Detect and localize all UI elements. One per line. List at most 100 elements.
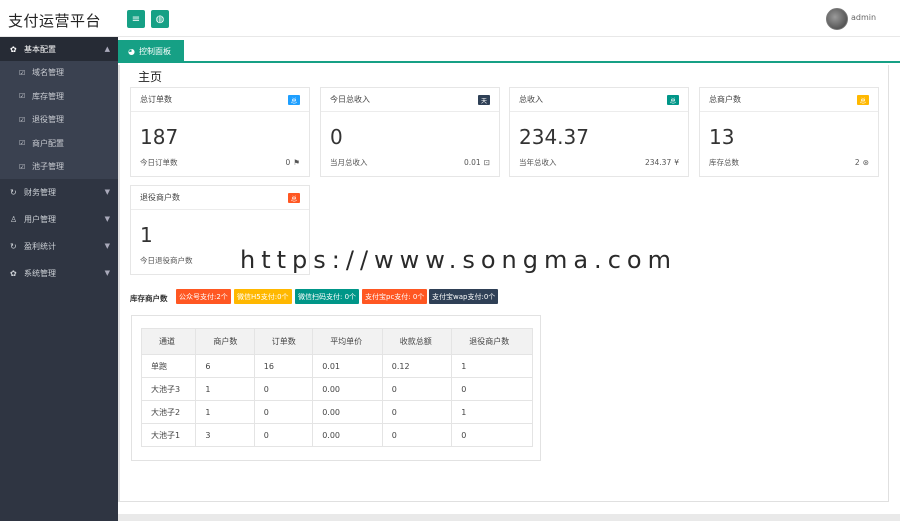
sidebar-group-label: 基本配置 bbox=[24, 44, 56, 54]
table-cell: 0 bbox=[451, 423, 533, 447]
table-header: 商户数 bbox=[195, 328, 255, 355]
sidebar-item-label: 库存管理 bbox=[32, 91, 64, 101]
card-header: 总收入 总 bbox=[510, 88, 688, 112]
menu-toggle-button[interactable]: ≡ bbox=[127, 10, 145, 28]
card-badge: 天 bbox=[478, 95, 490, 105]
sidebar-group-label: 财务管理 bbox=[24, 187, 56, 197]
sidebar-item-pool[interactable]: ☑ 池子管理 bbox=[0, 155, 118, 179]
avatar[interactable] bbox=[826, 8, 848, 30]
table-cell: 0.00 bbox=[312, 377, 383, 401]
table-cell: 大池子3 bbox=[140, 377, 197, 401]
card-value: 1 bbox=[140, 223, 153, 247]
card-foot-value: 2 bbox=[854, 158, 860, 167]
card-title: 退役商户数 bbox=[140, 193, 180, 202]
checkbox-icon: ☑ bbox=[19, 115, 26, 124]
card-badge: 总 bbox=[288, 95, 300, 105]
card-title: 总订单数 bbox=[140, 95, 172, 104]
refresh-icon: ↻ bbox=[10, 187, 17, 197]
channel-tag-official-account[interactable]: 公众号支付:2个 bbox=[176, 289, 231, 304]
app-title: 支付运营平台 bbox=[8, 12, 102, 30]
sidebar-group-system[interactable]: ✿ 系统管理 ▼ bbox=[0, 260, 118, 287]
sidebar-group-basic-config[interactable]: ✿ 基本配置 ▲ bbox=[0, 37, 118, 61]
table-row: 单跑 6 16 0.01 0.12 1 bbox=[140, 354, 533, 378]
card-footer: 今日订单数 0 ⚑ bbox=[140, 157, 300, 168]
channel-table-box: 通道 商户数 订单数 平均单价 收款总额 退役商户数 单跑 6 16 0.01 … bbox=[131, 315, 541, 461]
sidebar-item-retire[interactable]: ☑ 退役管理 bbox=[0, 108, 118, 132]
table-cell: 0.00 bbox=[312, 400, 383, 424]
channel-tag-alipay-wap[interactable]: 支付宝wap支付:0个 bbox=[429, 289, 499, 304]
card-title: 总收入 bbox=[519, 95, 543, 104]
table-cell: 1 bbox=[451, 400, 533, 424]
globe-button[interactable]: ◍ bbox=[151, 10, 169, 28]
table-cell: 16 bbox=[253, 354, 314, 378]
card-foot-label: 库存总数 bbox=[709, 158, 739, 167]
user-name[interactable]: admin bbox=[851, 13, 876, 22]
channel-tag-wechat-scan[interactable]: 微信扫码支付: 0个 bbox=[295, 289, 360, 304]
caret-up-icon: ▲ bbox=[104, 45, 110, 53]
channel-tag-alipay-pc[interactable]: 支付宝pc支付: 0个 bbox=[362, 289, 428, 304]
table-cell: 1 bbox=[195, 377, 255, 401]
sidebar-group-users[interactable]: ♙ 用户管理 ▼ bbox=[0, 206, 118, 233]
checkbox-icon: ☑ bbox=[19, 139, 26, 148]
card-foot-label: 今日退役商户数 bbox=[140, 256, 193, 265]
card-value: 13 bbox=[709, 125, 735, 149]
table-header: 收款总额 bbox=[381, 328, 453, 355]
sidebar-group-label: 盈利统计 bbox=[24, 241, 56, 251]
table-header: 通道 bbox=[140, 328, 197, 355]
table-row: 大池子1 3 0 0.00 0 0 bbox=[140, 423, 533, 447]
card-title: 总商户数 bbox=[709, 95, 741, 104]
sidebar-group-finance[interactable]: ↻ 财务管理 ▼ bbox=[0, 179, 118, 206]
sidebar-group-label: 系统管理 bbox=[24, 268, 56, 278]
table-cell: 0.00 bbox=[312, 423, 383, 447]
checkbox-icon: ☑ bbox=[19, 68, 26, 77]
checkbox-icon: ☑ bbox=[19, 92, 26, 101]
card-foot-label: 当月总收入 bbox=[330, 158, 368, 167]
card-value: 234.37 bbox=[519, 125, 589, 149]
table-cell: 3 bbox=[195, 423, 255, 447]
user-icon: ♙ bbox=[10, 214, 18, 224]
sidebar-item-domain[interactable]: ☑ 域名管理 bbox=[0, 61, 118, 85]
card-footer: 库存总数 2 ⊛ bbox=[709, 157, 869, 168]
sidebar: ✿ 基本配置 ▲ ☑ 域名管理 ☑ 库存管理 ☑ 退役管理 ☑ 商户配置 ☑ 池… bbox=[0, 37, 118, 521]
table-cell: 0 bbox=[253, 400, 314, 424]
dashboard-icon: ◕ bbox=[128, 47, 135, 56]
page-title: 主页 bbox=[138, 70, 163, 84]
caret-down-icon: ▼ bbox=[104, 242, 110, 250]
card-badge: 总 bbox=[667, 95, 679, 105]
table-cell: 0 bbox=[253, 423, 314, 447]
tab-bar: ◕ 控制面板 bbox=[118, 37, 900, 63]
sidebar-item-label: 域名管理 bbox=[32, 68, 64, 78]
sidebar-item-stock[interactable]: ☑ 库存管理 bbox=[0, 85, 118, 109]
compass-icon: ⊛ bbox=[862, 158, 869, 167]
table-row: 大池子3 1 0 0.00 0 0 bbox=[140, 377, 533, 401]
sidebar-item-label: 退役管理 bbox=[32, 115, 64, 125]
channel-tag-wechat-h5[interactable]: 微信H5支付:0个 bbox=[234, 289, 292, 304]
card-footer: 当月总收入 0.01 ⊡ bbox=[330, 157, 490, 168]
card-foot-label: 今日订单数 bbox=[140, 158, 178, 167]
card-header: 今日总收入 天 bbox=[321, 88, 499, 112]
gear-icon: ✿ bbox=[10, 44, 17, 54]
card-header: 退役商户数 总 bbox=[131, 186, 309, 210]
card-header: 总商户数 总 bbox=[700, 88, 878, 112]
table-cell: 0 bbox=[253, 377, 314, 401]
sidebar-item-label: 商户配置 bbox=[32, 138, 64, 148]
stat-card-today-income: 今日总收入 天 0 当月总收入 0.01 ⊡ bbox=[320, 87, 500, 177]
card-foot-value: 234.37 bbox=[644, 158, 672, 167]
caret-down-icon: ▼ bbox=[104, 188, 110, 196]
table-cell: 0.12 bbox=[381, 354, 453, 378]
caret-down-icon: ▼ bbox=[104, 215, 110, 223]
card-value: 0 bbox=[330, 125, 343, 149]
menu-icon: ≡ bbox=[131, 13, 141, 25]
channel-table: 通道 商户数 订单数 平均单价 收款总额 退役商户数 单跑 6 16 0.01 … bbox=[140, 328, 533, 447]
caret-down-icon: ▼ bbox=[104, 269, 110, 277]
table-header: 订单数 bbox=[253, 328, 314, 355]
table-header: 退役商户数 bbox=[451, 328, 533, 355]
sidebar-item-merchant[interactable]: ☑ 商户配置 bbox=[0, 132, 118, 156]
sidebar-group-profit[interactable]: ↻ 盈利统计 ▼ bbox=[0, 233, 118, 260]
tab-dashboard[interactable]: ◕ 控制面板 bbox=[118, 40, 184, 63]
table-cell: 大池子1 bbox=[140, 423, 197, 447]
table-cell: 0 bbox=[451, 377, 533, 401]
table-cell: 0.01 bbox=[312, 354, 383, 378]
yen-icon: ¥ bbox=[674, 158, 679, 167]
stat-card-total-orders: 总订单数 总 187 今日订单数 0 ⚑ bbox=[130, 87, 310, 177]
